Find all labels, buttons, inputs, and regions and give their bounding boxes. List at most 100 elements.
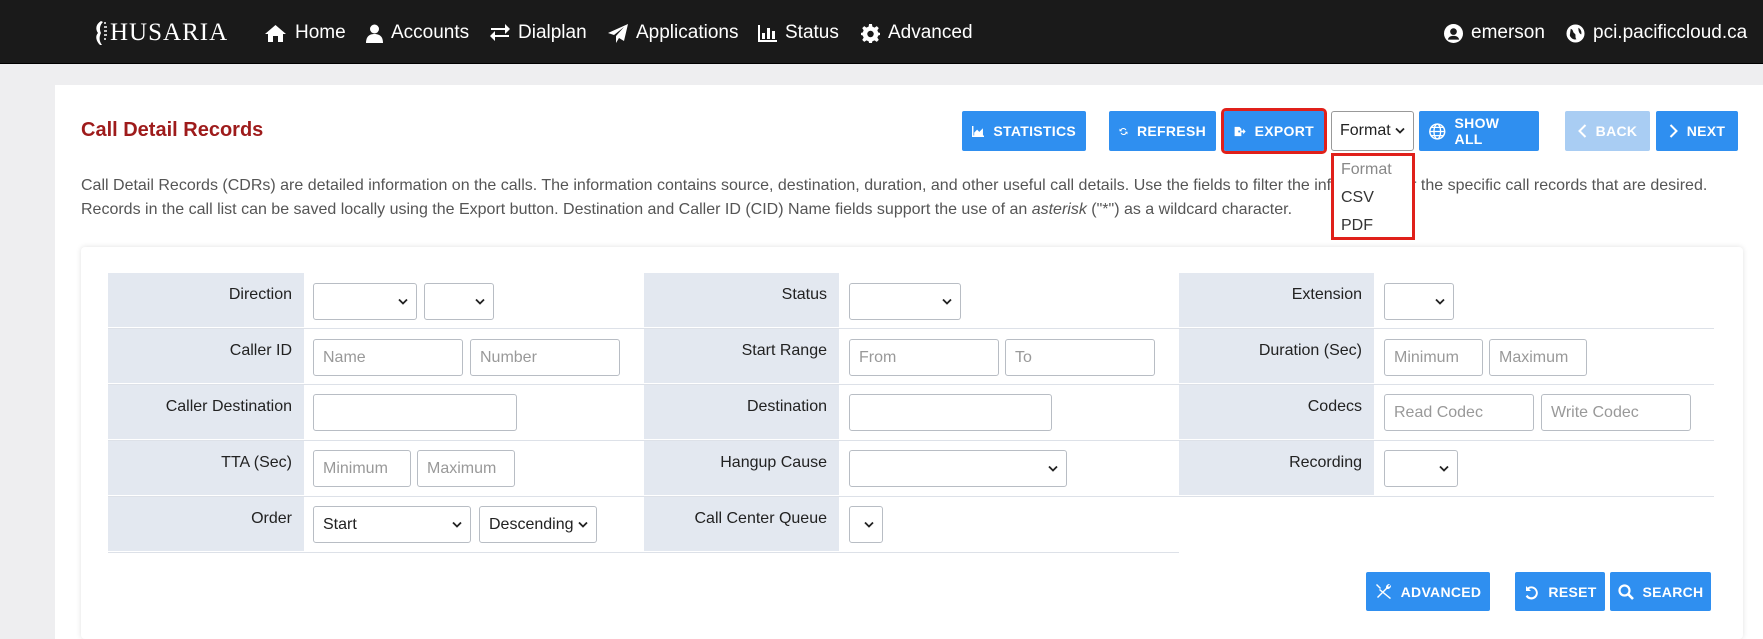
read-codec-input[interactable]: Read Codec: [1384, 394, 1534, 431]
husaria-logo[interactable]: HUSARIA: [92, 18, 228, 48]
caller-id-name-placeholder: Name: [323, 348, 366, 366]
status-select[interactable]: [849, 283, 961, 320]
caller-id-name-input[interactable]: Name: [313, 339, 463, 376]
chevron-down-icon: [1395, 127, 1405, 134]
format-option-pdf[interactable]: PDF: [1334, 212, 1412, 240]
nav-dialplan[interactable]: Dialplan: [490, 18, 587, 48]
undo-icon: [1526, 585, 1539, 599]
top-navbar: HUSARIA Home Accounts Dialplan Applicati…: [0, 0, 1763, 64]
duration-minimum-input[interactable]: Minimum: [1384, 339, 1483, 376]
tta-minimum-input[interactable]: Minimum: [313, 450, 411, 487]
recording-select[interactable]: [1384, 450, 1458, 487]
description-text-end: ("*") as a wildcard character.: [1086, 201, 1293, 218]
advanced-label: ADVANCED: [1400, 583, 1482, 600]
search-icon: [1617, 583, 1634, 600]
globe-icon: [1566, 23, 1585, 43]
tta-maximum-input[interactable]: Maximum: [417, 450, 515, 487]
nav-accounts[interactable]: Accounts: [366, 18, 469, 48]
globe-icon: [1429, 122, 1446, 140]
order-field-value: Start: [323, 515, 357, 533]
chevron-down-icon: [864, 521, 874, 528]
caller-id-number-input[interactable]: Number: [470, 339, 620, 376]
bar-chart-icon: [758, 24, 777, 42]
label-hangup-cause: Hangup Cause: [644, 441, 839, 495]
chevron-down-icon: [942, 298, 952, 305]
tools-icon: [1375, 583, 1391, 599]
page-description: Call Detail Records (CDRs) are detailed …: [81, 174, 1746, 222]
label-codecs: Codecs: [1179, 385, 1374, 439]
brand-name: HUSARIA: [110, 19, 229, 46]
direction-leg-select[interactable]: [424, 283, 494, 320]
chevron-down-icon: [1435, 298, 1445, 305]
back-button[interactable]: BACK: [1565, 111, 1650, 151]
chevron-down-icon: [475, 298, 485, 305]
hangup-cause-select[interactable]: [849, 450, 1067, 487]
next-button[interactable]: NEXT: [1656, 111, 1738, 151]
refresh-label: REFRESH: [1137, 123, 1206, 139]
domain-selector[interactable]: pci.pacificcloud.ca: [1566, 18, 1747, 48]
call-center-queue-select[interactable]: [849, 506, 883, 543]
start-range-from-placeholder: From: [859, 348, 897, 366]
chevron-down-icon: [398, 298, 408, 305]
label-start-range: Start Range: [644, 329, 839, 383]
advanced-button[interactable]: ADVANCED: [1366, 572, 1490, 611]
refresh-button[interactable]: REFRESH: [1109, 111, 1216, 151]
label-status: Status: [644, 273, 839, 327]
export-label: EXPORT: [1254, 123, 1314, 139]
tta-minimum-placeholder: Minimum: [323, 459, 388, 477]
caller-id-number-placeholder: Number: [480, 348, 537, 366]
read-codec-placeholder: Read Codec: [1394, 403, 1483, 421]
user-icon: [366, 24, 383, 43]
format-select[interactable]: Format: [1331, 111, 1414, 151]
search-label: SEARCH: [1642, 583, 1704, 600]
label-caller-id: Caller ID: [108, 329, 304, 383]
label-direction: Direction: [108, 273, 304, 327]
show-all-button[interactable]: SHOW ALL: [1419, 111, 1539, 151]
duration-maximum-input[interactable]: Maximum: [1489, 339, 1587, 376]
start-range-to-input[interactable]: To: [1005, 339, 1155, 376]
reset-label: RESET: [1548, 583, 1597, 600]
next-label: NEXT: [1686, 123, 1726, 139]
start-range-to-placeholder: To: [1015, 348, 1032, 366]
nav-applications[interactable]: Applications: [608, 18, 738, 48]
start-range-from-input[interactable]: From: [849, 339, 999, 376]
statistics-button[interactable]: STATISTICS: [962, 111, 1086, 151]
label-tta: TTA (Sec): [108, 441, 304, 495]
paper-plane-icon: [608, 23, 628, 43]
chevron-left-icon: [1577, 124, 1586, 138]
user-menu[interactable]: emerson: [1444, 18, 1545, 48]
destination-input[interactable]: [849, 394, 1052, 431]
format-option-format[interactable]: Format: [1334, 156, 1412, 184]
chevron-down-icon: [1439, 465, 1449, 472]
user-name: emerson: [1471, 22, 1545, 43]
format-option-csv[interactable]: CSV: [1334, 184, 1412, 212]
gear-icon: [861, 23, 880, 43]
caller-destination-input[interactable]: [313, 394, 517, 431]
search-button[interactable]: SEARCH: [1610, 572, 1711, 611]
nav-advanced-label: Advanced: [888, 22, 973, 43]
nav-home-label: Home: [295, 22, 346, 43]
description-emphasis: asterisk: [1031, 201, 1087, 218]
user-circle-icon: [1444, 23, 1463, 43]
write-codec-input[interactable]: Write Codec: [1541, 394, 1691, 431]
extension-select[interactable]: [1384, 283, 1454, 320]
label-caller-destination: Caller Destination: [108, 385, 304, 439]
export-button[interactable]: EXPORT: [1221, 108, 1327, 154]
tta-maximum-placeholder: Maximum: [427, 459, 497, 477]
order-field-select[interactable]: Start: [313, 506, 471, 543]
nav-home[interactable]: Home: [264, 18, 346, 48]
nav-accounts-label: Accounts: [391, 22, 470, 43]
order-direction-select[interactable]: Descending: [479, 506, 597, 543]
label-extension: Extension: [1179, 273, 1374, 327]
nav-advanced[interactable]: Advanced: [861, 18, 973, 48]
nav-status[interactable]: Status: [758, 18, 839, 48]
label-recording: Recording: [1179, 441, 1374, 495]
refresh-icon: [1119, 127, 1128, 135]
format-dropdown-menu: Format CSV PDF: [1331, 153, 1415, 240]
chevron-down-icon: [578, 521, 588, 528]
nav-status-label: Status: [785, 22, 839, 43]
label-duration: Duration (Sec): [1179, 329, 1374, 383]
reset-button[interactable]: RESET: [1515, 572, 1605, 611]
direction-select[interactable]: [313, 283, 417, 320]
format-select-value: Format: [1340, 122, 1391, 139]
